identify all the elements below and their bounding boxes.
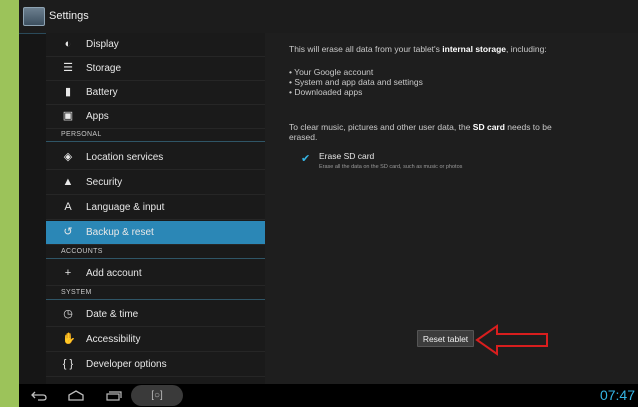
status-clock: 07:47 <box>599 387 635 403</box>
erase-sd-title: Erase SD card <box>319 151 375 161</box>
sidebar-item-label: Date & time <box>86 309 139 320</box>
section-header-system: SYSTEM <box>46 287 265 300</box>
sidebar-item-location-services[interactable]: ◈ Location services <box>46 146 265 170</box>
screenshot-icon[interactable]: [○] <box>131 385 183 406</box>
settings-app-icon[interactable] <box>23 7 45 26</box>
sidebar-item-developer-options[interactable]: { } Developer options <box>46 353 265 377</box>
back-icon[interactable] <box>29 388 49 403</box>
section-label: PERSONAL <box>61 131 102 138</box>
sidebar-item-battery[interactable]: ▮ Battery <box>46 81 265 105</box>
system-nav-bar: [○] 07:47 <box>19 384 638 407</box>
reset-tablet-button[interactable]: Reset tablet <box>417 330 474 347</box>
sidebar-item-label: Language & input <box>86 202 165 213</box>
braces-icon: { } <box>62 358 74 370</box>
keyboard-icon: A <box>64 201 72 213</box>
sidebar-item-label: Battery <box>86 87 118 98</box>
sidebar-item-label: Apps <box>86 111 109 122</box>
home-icon[interactable] <box>66 388 86 403</box>
page-title: Settings <box>49 10 89 22</box>
tablet-screen: Settings ◐ Display ☰ Storage ▮ Battery ▣… <box>19 0 638 407</box>
sidebar-item-security[interactable]: ▲ Security <box>46 171 265 195</box>
sidebar-item-label: Add account <box>86 268 142 279</box>
red-arrow-annotation <box>475 324 548 356</box>
sidebar-item-date-time[interactable]: ◷ Date & time <box>46 303 265 327</box>
section-label: ACCOUNTS <box>61 248 103 255</box>
battery-icon: ▮ <box>64 86 72 98</box>
sidebar-item-label: Developer options <box>86 359 167 370</box>
bullet-google-account: • Your Google account <box>289 67 374 77</box>
add-icon: + <box>64 267 72 279</box>
sidebar-item-label: Accessibility <box>86 334 141 345</box>
recent-apps-icon[interactable] <box>103 388 123 403</box>
bullet-downloaded-apps: • Downloaded apps <box>289 87 363 97</box>
erase-sd-checkbox[interactable]: ✔ <box>301 154 311 165</box>
sidebar-item-accessibility[interactable]: ✋ Accessibility <box>46 328 265 352</box>
section-header-personal: PERSONAL <box>46 129 265 142</box>
sidebar-item-label: Storage <box>86 63 122 74</box>
intro-text: This will erase all data from your table… <box>289 44 547 54</box>
storage-icon: ☰ <box>63 62 73 74</box>
location-icon: ◈ <box>63 151 73 163</box>
backup-icon: ↺ <box>63 226 73 238</box>
reset-panel: This will erase all data from your table… <box>265 33 638 384</box>
sidebar-item-add-account[interactable]: + Add account <box>46 262 265 286</box>
sd-card-text: To clear music, pictures and other user … <box>289 122 552 132</box>
sidebar-item-label: Backup & reset <box>86 227 154 238</box>
apps-icon: ▣ <box>62 110 74 122</box>
sd-card-text-line2: erased. <box>289 132 318 142</box>
erase-sd-summary: Erase all the data on the SD card, such … <box>319 164 463 170</box>
sidebar-item-label: Location services <box>86 152 164 163</box>
section-label: SYSTEM <box>61 289 92 296</box>
display-icon: ◐ <box>64 38 72 50</box>
action-bar: Settings <box>19 0 638 34</box>
sidebar-item-language-input[interactable]: A Language & input <box>46 196 265 220</box>
bullet-app-data: • System and app data and settings <box>289 77 423 87</box>
sidebar-item-storage[interactable]: ☰ Storage <box>46 57 265 81</box>
sidebar-item-apps[interactable]: ▣ Apps <box>46 105 265 129</box>
hand-icon: ✋ <box>62 333 76 345</box>
clock-icon: ◷ <box>63 308 73 320</box>
section-header-accounts: ACCOUNTS <box>46 246 265 259</box>
sidebar-item-label: Security <box>86 177 123 188</box>
settings-sidebar: ◐ Display ☰ Storage ▮ Battery ▣ Apps PER… <box>46 33 265 384</box>
sidebar-item-label: Display <box>86 39 119 50</box>
sidebar-item-backup-reset[interactable]: ↺ Backup & reset <box>46 221 265 245</box>
sidebar-item-display[interactable]: ◐ Display <box>46 33 265 57</box>
lock-icon: ▲ <box>62 176 74 188</box>
